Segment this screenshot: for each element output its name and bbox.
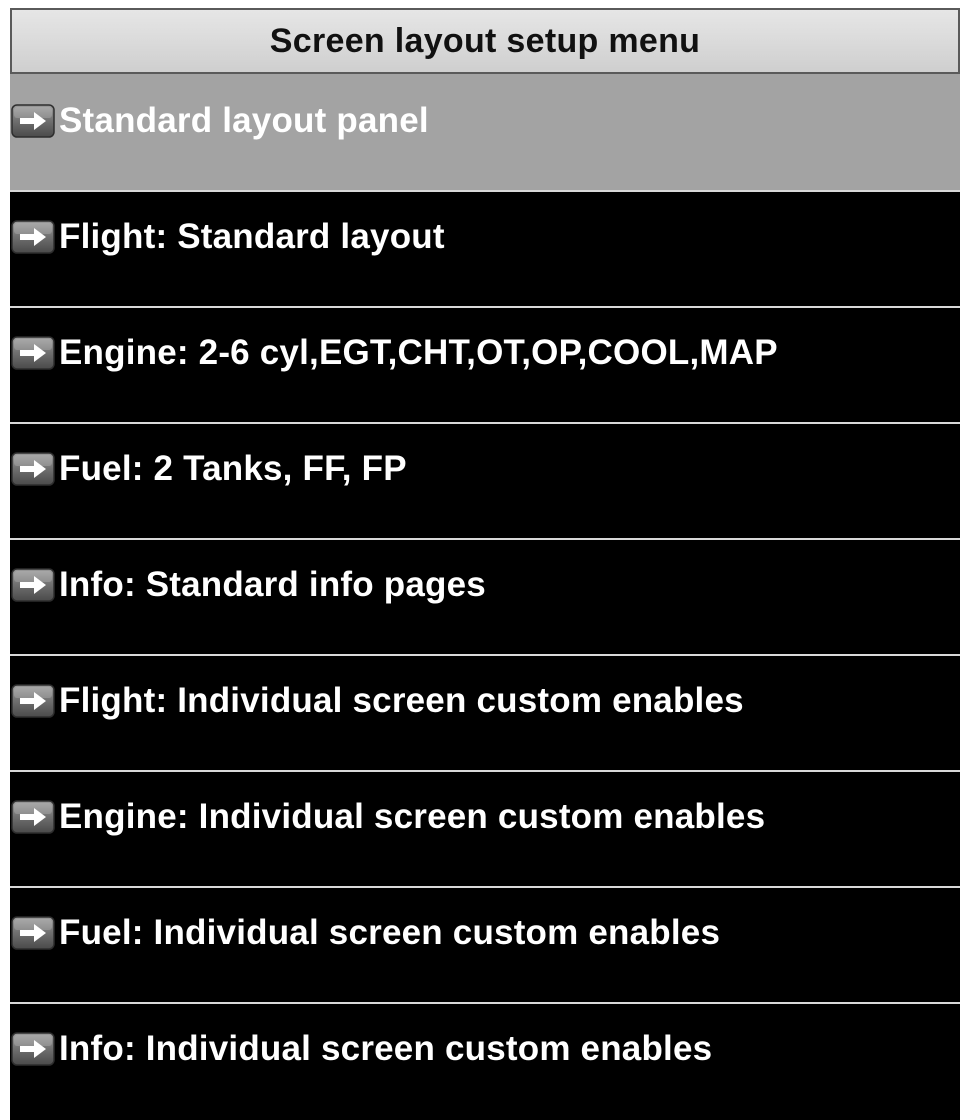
- menu-item-engine-sensors[interactable]: Engine: 2-6 cyl,EGT,CHT,OT,OP,COOL,MAP: [10, 306, 960, 422]
- menu-item-label: Flight: Individual screen custom enables: [59, 681, 744, 720]
- arrow-right-icon: [11, 1032, 55, 1066]
- menu-item-engine-custom-enables[interactable]: Engine: Individual screen custom enables: [10, 770, 960, 886]
- screen-layout-setup-screen: Screen layout setup menu Standard layout…: [10, 8, 960, 1120]
- menu-title-bar: Screen layout setup menu: [10, 8, 960, 74]
- menu-item-info-custom-enables[interactable]: Info: Individual screen custom enables: [10, 1002, 960, 1118]
- menu-item-label: Info: Standard info pages: [59, 565, 486, 604]
- menu-title: Screen layout setup menu: [269, 21, 701, 60]
- menu-item-label: Engine: 2-6 cyl,EGT,CHT,OT,OP,COOL,MAP: [59, 333, 778, 372]
- menu-item-fuel-custom-enables[interactable]: Fuel: Individual screen custom enables: [10, 886, 960, 1002]
- arrow-right-icon: [11, 220, 55, 254]
- menu-item-label: Fuel: Individual screen custom enables: [59, 913, 721, 952]
- menu-item-label: Fuel: 2 Tanks, FF, FP: [59, 449, 407, 488]
- menu-item-standard-layout-panel[interactable]: Standard layout panel: [10, 74, 960, 190]
- arrow-right-icon: [11, 568, 55, 602]
- menu-item-label: Engine: Individual screen custom enables: [59, 797, 766, 836]
- menu-item-flight-custom-enables[interactable]: Flight: Individual screen custom enables: [10, 654, 960, 770]
- arrow-right-icon: [11, 452, 55, 486]
- arrow-right-icon: [11, 916, 55, 950]
- menu-list: Standard layout panel Flight: Standard l…: [10, 74, 960, 1118]
- menu-item-label: Flight: Standard layout: [59, 217, 445, 256]
- arrow-right-icon: [11, 684, 55, 718]
- arrow-right-icon: [11, 336, 55, 370]
- arrow-right-icon: [11, 104, 55, 138]
- menu-item-fuel-tanks[interactable]: Fuel: 2 Tanks, FF, FP: [10, 422, 960, 538]
- arrow-right-icon: [11, 800, 55, 834]
- menu-item-info-standard-pages[interactable]: Info: Standard info pages: [10, 538, 960, 654]
- menu-item-label: Standard layout panel: [59, 101, 429, 140]
- menu-item-label: Info: Individual screen custom enables: [59, 1029, 713, 1068]
- menu-item-flight-standard-layout[interactable]: Flight: Standard layout: [10, 190, 960, 306]
